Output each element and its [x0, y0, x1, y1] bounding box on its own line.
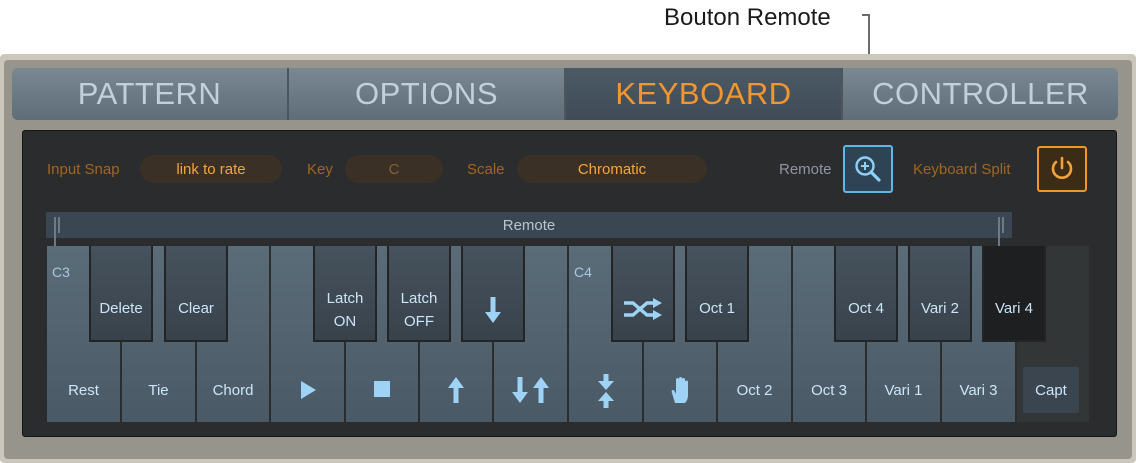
input-snap-label: Input Snap [47, 160, 120, 178]
black-key-label: Latch [400, 290, 438, 307]
right-grip-icon[interactable] [998, 217, 1008, 249]
black-key-step-down[interactable] [461, 246, 525, 342]
arrow-down-icon [485, 297, 501, 323]
black-key-label: Delete [99, 300, 143, 317]
tab-options[interactable]: OPTIONS [289, 68, 566, 120]
remote-strip[interactable]: Remote [46, 212, 1012, 249]
black-key-label: Vari 4 [994, 300, 1034, 317]
remote-group: Remote [779, 154, 832, 184]
black-key-latch-on[interactable]: Latch ON [313, 246, 377, 342]
keyboard-split-label: Keyboard Split [913, 160, 1011, 178]
scale-label: Scale [467, 160, 505, 178]
black-key-vari-2[interactable]: Vari 2 [908, 246, 972, 342]
white-key-label: Tie [148, 382, 169, 399]
white-key-label: Vari 3 [959, 382, 998, 399]
input-snap-value[interactable]: link to rate [140, 155, 282, 183]
remote-button[interactable] [843, 145, 893, 193]
keyboard-split-group: Keyboard Split [913, 154, 1011, 184]
zoom-in-icon [855, 156, 881, 182]
remote-label: Remote [779, 160, 832, 178]
black-key-oct-1[interactable]: Oct 1 [685, 246, 749, 342]
capture-button[interactable]: Capt [1023, 367, 1079, 413]
black-key-label: Latch [326, 290, 364, 307]
arrow-up-icon [448, 377, 464, 403]
input-snap-group: Input Snap [47, 154, 120, 184]
black-key-label-2: ON [333, 313, 357, 330]
black-key-oct-4[interactable]: Oct 4 [834, 246, 898, 342]
white-key-label: Rest [68, 382, 99, 399]
tab-controller[interactable]: CONTROLLER [843, 68, 1118, 120]
callout-label: Bouton Remote [664, 4, 831, 31]
black-key-label-2: OFF [404, 313, 434, 330]
black-key-vari-4[interactable]: Vari 4 [982, 246, 1046, 342]
white-key-label: Oct 2 [736, 382, 773, 399]
black-key-latch-off[interactable]: Latch OFF [387, 246, 451, 342]
black-key-label: Oct 1 [699, 300, 735, 317]
play-icon [300, 381, 316, 399]
key-label: Key [307, 160, 333, 178]
black-key-shuffle[interactable] [611, 246, 675, 342]
key-field[interactable]: C [345, 154, 443, 184]
white-key-label: Chord [212, 382, 254, 399]
arrows-down-up-icon [511, 377, 549, 403]
remote-strip-label: Remote [502, 217, 556, 234]
power-icon [1051, 156, 1073, 179]
black-key-clear[interactable]: Clear [164, 246, 228, 342]
black-key-label: Clear [178, 300, 214, 317]
keyboard-split-button[interactable] [1037, 146, 1087, 192]
tab-keyboard[interactable]: KEYBOARD [566, 68, 843, 120]
input-snap-field[interactable]: link to rate [140, 154, 282, 184]
tab-pattern[interactable]: PATTERN [12, 68, 289, 120]
black-key-label: Oct 4 [848, 300, 884, 317]
black-key-delete[interactable]: Delete [89, 246, 153, 342]
scale-group: Scale [467, 154, 505, 184]
scale-value[interactable]: Chromatic [517, 155, 707, 183]
tab-bar: PATTERN OPTIONS KEYBOARD CONTROLLER [12, 68, 1118, 120]
white-key-label: Vari 1 [884, 382, 923, 399]
white-key-label: Oct 3 [811, 382, 847, 399]
octave-label-c3: C3 [52, 264, 70, 280]
key-group: Key [307, 154, 333, 184]
octave-label-c4: C4 [574, 264, 592, 280]
black-key-label: Vari 2 [920, 300, 960, 317]
shuffle-icon [624, 298, 662, 320]
scale-field[interactable]: Chromatic [517, 154, 707, 184]
arrows-converge-icon [597, 374, 614, 408]
hand-icon [671, 377, 688, 403]
key-value[interactable]: C [345, 155, 443, 183]
stop-icon [374, 381, 390, 397]
